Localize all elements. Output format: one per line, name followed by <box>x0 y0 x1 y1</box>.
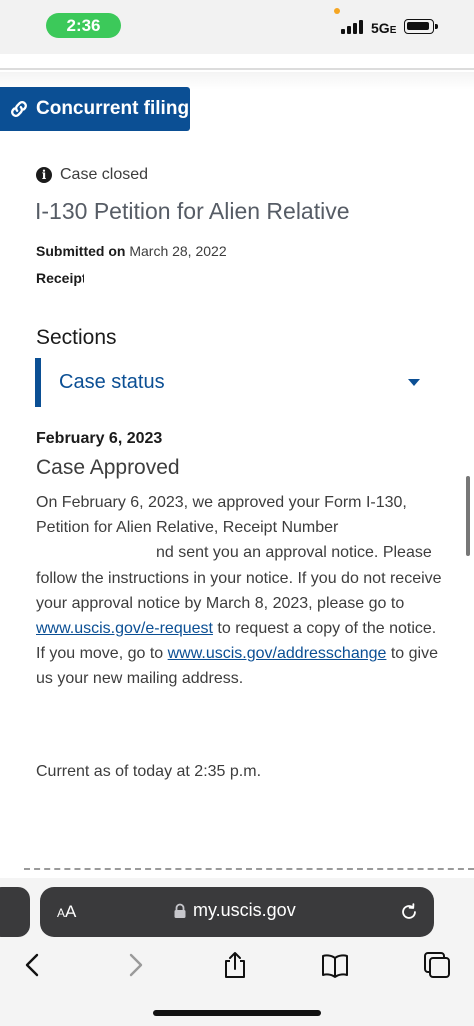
receipt-number-redaction <box>84 266 174 288</box>
concurrent-filing-label: Concurrent filing <box>36 98 190 119</box>
header-strip <box>0 54 474 70</box>
case-closed-status: i Case closed <box>36 166 148 184</box>
network-type-suffix: E <box>389 25 397 36</box>
back-icon[interactable] <box>18 950 48 980</box>
home-indicator[interactable] <box>153 1010 321 1016</box>
url-text: my.uscis.gov <box>193 900 296 920</box>
status-text-2: nd sent you an approval notice. Please f… <box>36 544 442 612</box>
battery-icon <box>404 19 438 34</box>
privacy-indicator-dot <box>334 8 340 14</box>
status-description: On February 6, 2023, we approved your Fo… <box>36 490 446 692</box>
e-request-link[interactable]: www.uscis.gov/e-request <box>36 620 213 637</box>
reload-icon[interactable] <box>398 901 420 923</box>
info-icon: i <box>36 167 52 183</box>
aa-small-label: A <box>57 906 66 920</box>
status-date: February 6, 2023 <box>36 430 163 447</box>
share-icon[interactable] <box>220 950 250 980</box>
link-icon <box>11 101 27 117</box>
status-text-1: On February 6, 2023, we approved your Fo… <box>36 494 407 537</box>
sections-heading: Sections <box>36 326 117 349</box>
previous-tab-preview[interactable] <box>0 887 30 937</box>
current-as-of-timestamp: Current as of today at 2:35 p.m. <box>36 763 262 780</box>
bookmarks-icon[interactable] <box>320 950 350 980</box>
url-display[interactable]: my.uscis.gov <box>173 900 296 921</box>
submitted-date-value: March 28, 2022 <box>129 243 227 259</box>
signal-strength-icon <box>341 19 367 34</box>
aa-big-label: A <box>65 902 77 921</box>
scrollbar[interactable] <box>466 476 470 556</box>
status-heading: Case Approved <box>36 456 180 479</box>
receipt-label: Receipt <box>36 270 87 286</box>
network-type-label: 5G <box>371 20 390 36</box>
network-type: 5GE <box>371 20 396 36</box>
status-time: 2:36 <box>46 13 121 38</box>
reader-options-button[interactable]: AA <box>57 902 76 922</box>
forward-icon[interactable] <box>120 950 150 980</box>
case-status-label: Case closed <box>60 166 149 183</box>
tabs-icon[interactable] <box>422 950 452 980</box>
section-select[interactable]: Case status <box>35 358 440 407</box>
section-select-value: Case status <box>59 371 165 393</box>
case-title: I-130 Petition for Alien Relative <box>35 198 350 224</box>
divider <box>24 868 474 870</box>
address-bar[interactable]: AA my.uscis.gov <box>40 887 434 937</box>
status-bar: 2:36 5GE <box>0 0 474 54</box>
chevron-down-icon <box>408 379 420 386</box>
submitted-label: Submitted on <box>36 243 126 259</box>
concurrent-filing-tag[interactable]: Concurrent filing <box>0 87 190 131</box>
address-change-link[interactable]: www.uscis.gov/addresschange <box>168 645 387 662</box>
lock-icon <box>174 903 186 918</box>
submitted-date: Submitted on March 28, 2022 <box>36 243 227 259</box>
